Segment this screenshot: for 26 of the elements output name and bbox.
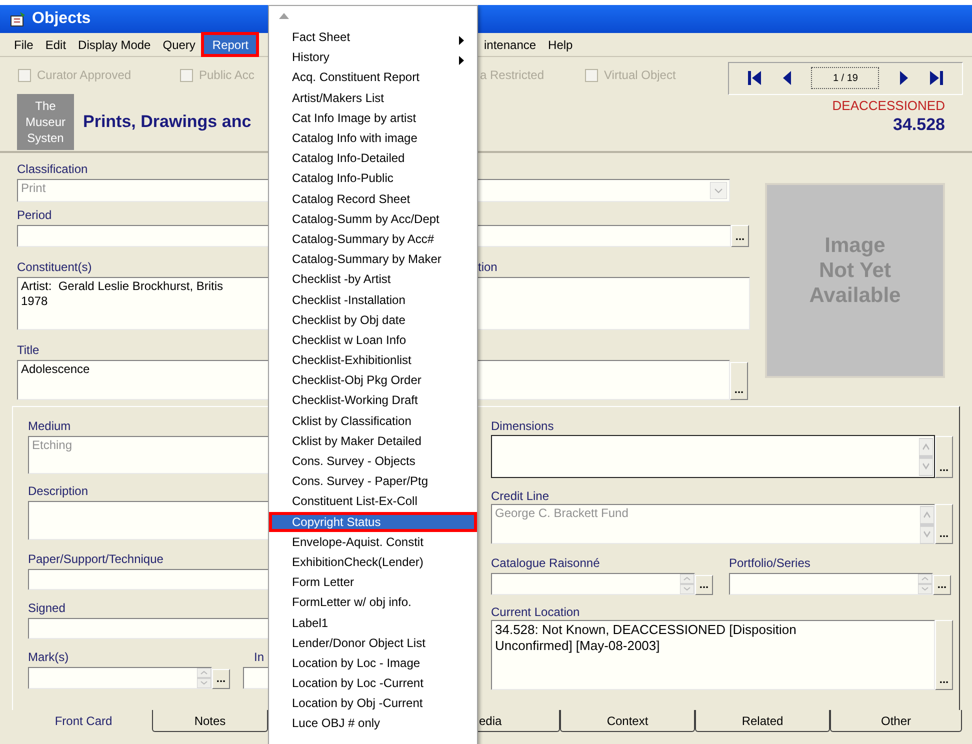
field-label: Portfolio/Series: [729, 556, 810, 570]
record-position: 1 / 19: [811, 67, 880, 89]
object-number: 34.528: [893, 116, 945, 134]
field-label: Credit Line: [491, 489, 550, 503]
checkbox-label: Virtual Object: [604, 67, 676, 84]
checkbox-label: Curator Approved: [37, 67, 132, 84]
field-label: Paper/Support/Technique: [28, 552, 164, 566]
field-label: Constituent(s): [17, 260, 92, 274]
field-label: Catalogue Raisonné: [491, 556, 600, 570]
field-label: tion: [478, 260, 498, 274]
field-label: Period: [17, 208, 52, 222]
checkbox-label: a Restricted: [480, 67, 544, 84]
window-title: Objects: [32, 9, 91, 29]
checkbox-label: Public Acc: [199, 67, 254, 84]
field-label: Current Location: [491, 605, 580, 619]
field-label: Medium: [28, 419, 71, 433]
status-text: DEACCESSIONED: [832, 97, 945, 115]
form-title: Prints, Drawings anc: [83, 111, 252, 134]
logo: The Museur Systen: [17, 94, 74, 150]
field-label: Classification: [17, 162, 88, 176]
field-label: Dimensions: [491, 419, 554, 433]
field-label: In: [254, 650, 264, 664]
field-label: Title: [17, 343, 40, 357]
field-label: Description: [28, 484, 88, 498]
field-label: Mark(s): [28, 650, 69, 664]
field-label: Signed: [28, 601, 66, 615]
